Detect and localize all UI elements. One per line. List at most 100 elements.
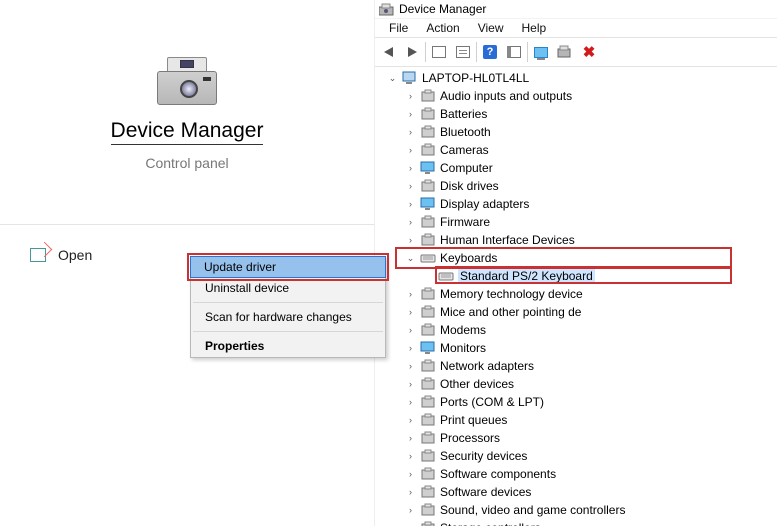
tree-item-label: Firmware [440,215,490,229]
tree-category-modems[interactable]: › Modems [379,321,777,339]
chevron-icon[interactable]: › [405,91,416,101]
tree-category-other-devices[interactable]: › Other devices [379,375,777,393]
menu-action[interactable]: Action [418,20,467,36]
tree-item-label: Modems [440,323,486,337]
tree-item-label: Software devices [440,485,531,499]
tree-item-label: Bluetooth [440,125,491,139]
tree-category-disk-drives[interactable]: ›Disk drives [379,177,777,195]
chevron-icon[interactable]: › [405,397,416,407]
tree-category-storage-controllers[interactable]: ›Storage controllers [379,519,777,526]
chevron-icon[interactable]: › [405,199,416,209]
scan-button[interactable] [529,40,553,64]
help-button[interactable]: ? [478,40,502,64]
tree-item-label: Mice and other pointing de [440,305,581,319]
tree-category-software-devices[interactable]: › Software devices [379,483,777,501]
chevron-icon[interactable]: › [405,109,416,119]
chevron-icon[interactable]: › [405,307,416,317]
chevron-icon[interactable]: › [405,469,416,479]
context-menu: Update driver Uninstall device Scan for … [190,256,386,358]
tree-category-network-adapters[interactable]: ›Network adapters [379,357,777,375]
chevron-icon[interactable]: › [405,361,416,371]
arrow-right-icon [408,47,417,57]
tree-item-label: Storage controllers [440,521,541,526]
tree-category-human-interface-devices[interactable]: › Human Interface Devices [379,231,777,249]
ctx-scan-hardware[interactable]: Scan for hardware changes [191,306,385,328]
tree-category-processors[interactable]: ›Processors [379,429,777,447]
tree-item-label: Human Interface Devices [440,233,575,247]
device-options-button[interactable] [553,40,577,64]
chevron-icon[interactable]: ⌄ [387,73,398,84]
chevron-icon[interactable]: › [405,433,416,443]
menu-bar: File Action View Help [375,18,777,37]
tree-item-label: Memory technology device [440,287,583,301]
uninstall-button[interactable]: ✖ [577,40,601,64]
device-icon [557,45,573,59]
chevron-icon[interactable]: › [405,505,416,515]
device-category-icon [420,503,436,517]
device-category-icon [420,215,436,229]
tree-category-computer[interactable]: ›Computer [379,159,777,177]
tree-category-display-adapters[interactable]: ›Display adapters [379,195,777,213]
chevron-icon[interactable]: › [405,145,416,155]
chevron-icon[interactable]: › [405,487,416,497]
chevron-icon[interactable]: › [405,181,416,191]
tree-category-mice-and-other-pointing-de[interactable]: › Mice and other pointing de [379,303,777,321]
ctx-uninstall-device[interactable]: Uninstall device [191,277,385,299]
chevron-icon[interactable]: › [405,415,416,425]
tree-category-software-components[interactable]: ›Software components [379,465,777,483]
tree-item-label: Cameras [440,143,489,157]
menu-file[interactable]: File [381,20,416,36]
tree-item-label: Other devices [440,377,514,391]
panel-button[interactable] [502,40,526,64]
launcher-subtitle: Control panel [145,155,228,171]
chevron-icon[interactable]: › [405,343,416,353]
tree-category-bluetooth[interactable]: › Bluetooth [379,123,777,141]
ctx-update-driver[interactable]: Update driver [190,256,386,278]
menu-view[interactable]: View [470,20,512,36]
tree-category-monitors[interactable]: ›Monitors [379,339,777,357]
launcher-header: Device Manager Control panel [0,0,374,225]
tree-item-label: Security devices [440,449,527,463]
launcher-title[interactable]: Device Manager [111,119,264,145]
tree-category-security-devices[interactable]: › Security devices [379,447,777,465]
tree-category-print-queues[interactable]: › Print queues [379,411,777,429]
chevron-icon[interactable]: › [405,217,416,227]
chevron-icon[interactable]: › [405,289,416,299]
chevron-icon[interactable]: ⌄ [405,253,416,264]
tree-item-label: LAPTOP-HL0TL4LL [422,71,529,85]
device-category-icon [420,431,436,445]
device-category-icon [420,89,436,103]
device-category-icon [420,197,436,211]
tree-category-ports-com-lpt-[interactable]: ›Ports (COM & LPT) [379,393,777,411]
tree-item-label: Print queues [440,413,507,427]
tree-category-audio-inputs-and-outputs[interactable]: ›Audio inputs and outputs [379,87,777,105]
tree-item-label: Sound, video and game controllers [440,503,625,517]
tree-category-batteries[interactable]: ›Batteries [379,105,777,123]
device-tree[interactable]: ⌄ LAPTOP-HL0TL4LL ›Audio inputs and output… [375,67,777,526]
tree-device-standard-ps2-keyboard[interactable]: Standard PS/2 Keyboard [379,267,777,285]
tree-category-sound-video-and-game-controllers[interactable]: › Sound, video and game controllers [379,501,777,519]
show-hide-tree-button[interactable] [427,40,451,64]
properties-icon [456,46,470,58]
device-category-icon [420,323,436,337]
forward-button[interactable] [400,40,424,64]
tree-category-keyboards[interactable]: ⌄Keyboards [379,249,777,267]
tree-category-memory-technology-device[interactable]: › Memory technology device [379,285,777,303]
tree-pane-icon [432,46,446,58]
ctx-separator [193,302,383,303]
properties-button[interactable] [451,40,475,64]
tree-category-firmware[interactable]: › Firmware [379,213,777,231]
device-category-icon [420,125,436,139]
back-button[interactable] [376,40,400,64]
chevron-icon[interactable]: › [405,127,416,137]
ctx-properties[interactable]: Properties [191,335,385,357]
tree-category-cameras[interactable]: › Cameras [379,141,777,159]
chevron-icon[interactable]: › [405,163,416,173]
chevron-icon[interactable]: › [405,235,416,245]
chevron-icon[interactable]: › [405,325,416,335]
tree-root-computer[interactable]: ⌄ LAPTOP-HL0TL4LL [379,69,777,87]
device-category-icon [420,359,436,373]
chevron-icon[interactable]: › [405,379,416,389]
chevron-icon[interactable]: › [405,451,416,461]
menu-help[interactable]: Help [514,20,555,36]
